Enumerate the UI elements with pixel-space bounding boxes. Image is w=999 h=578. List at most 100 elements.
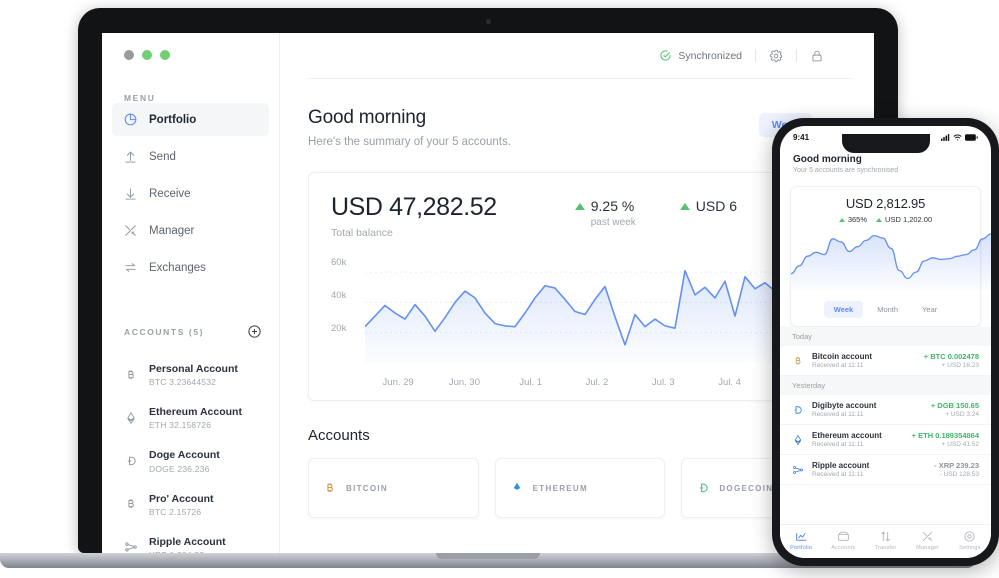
battery-icon <box>965 133 978 141</box>
status-bar-time: 9:41 <box>793 132 810 142</box>
transaction-amount: + ETH 0.189354864 <box>911 431 979 440</box>
sidebar-item-receive[interactable]: Receive <box>112 177 269 210</box>
transaction-row[interactable]: Digibyte account Received at 11:11 + DGB… <box>780 395 991 425</box>
sidebar-account-doge[interactable]: Doge Account DOGE 236.236 <box>102 439 279 482</box>
transaction-account: Bitcoin account <box>812 352 873 361</box>
transaction-amount: + BTC 0.002478 <box>923 352 979 361</box>
transaction-account: Ripple account <box>812 461 870 470</box>
phone-section-yesterday: Yesterday <box>780 376 991 395</box>
transaction-row[interactable]: Ripple account Received at 11:11 - XRP 2… <box>780 455 991 485</box>
laptop-screen: MENU Portfolio Send Receive Manager Exch… <box>102 33 874 553</box>
accounts-heading: Accounts <box>308 427 370 444</box>
transaction-account: Ethereum account <box>812 431 882 440</box>
top-bar: Synchronized <box>308 33 852 79</box>
toolbar-divider <box>755 49 756 62</box>
bitcoin-icon <box>327 483 333 492</box>
sidebar-item-label: Send <box>149 150 176 163</box>
chart-x-axis: Jun. 29 Jun. 30 Jul. 1 Jul. 2 Jul. 3 Jul… <box>365 377 829 388</box>
nav-label: Accounts <box>831 545 856 551</box>
balance-chart: 60k 40k 20k <box>331 257 865 375</box>
close-window-button[interactable] <box>124 50 134 60</box>
triangle-up-icon <box>574 202 585 210</box>
transaction-time: Received at 11:11 <box>812 471 864 478</box>
account-cards-row: BITCOIN ETHEREUM DOGECOIN <box>308 458 853 518</box>
phone-nav-transfer[interactable]: Transfer <box>864 530 906 551</box>
triangle-up-icon <box>679 202 690 210</box>
phone-device: 9:41 Good morning Your 5 accounts are sy… <box>772 118 999 566</box>
phone-page-title: Good morning <box>793 154 862 165</box>
account-card-label: BITCOIN <box>346 483 388 493</box>
transaction-fiat: + USD 3.24 <box>945 411 979 418</box>
x-tick-label: Jul. 2 <box>585 377 609 388</box>
account-balance: ETH 32.158726 <box>149 420 212 431</box>
bitcoin-icon <box>128 369 134 379</box>
chart-icon <box>795 532 806 541</box>
account-balance: DOGE 236.236 <box>149 463 210 474</box>
accounts-list-header: Accounts Sort by <box>308 427 852 444</box>
phone-nav-accounts[interactable]: Accounts <box>822 530 864 551</box>
sidebar-item-label: Exchanges <box>149 261 206 274</box>
account-card-ethereum[interactable]: ETHEREUM <box>494 458 666 518</box>
y-tick-label: 40k <box>331 290 347 301</box>
x-tick-label: Jun. 29 <box>382 377 414 388</box>
ripple-icon <box>125 542 137 552</box>
window-traffic-lights <box>102 33 279 60</box>
bitcoin-icon <box>128 499 134 509</box>
phone-nav-manager[interactable]: Manager <box>907 530 949 551</box>
transaction-row[interactable]: Ethereum account Received at 11:11 + ETH… <box>780 425 991 455</box>
phone-tab-week[interactable]: Week <box>823 301 864 318</box>
sidebar-item-manager[interactable]: Manager <box>112 214 269 247</box>
laptop-camera-icon <box>485 19 491 24</box>
nav-label: Portfolio <box>790 545 813 551</box>
phone-section-today: Today <box>780 327 991 346</box>
sidebar-item-label: Portfolio <box>149 113 197 126</box>
transaction-fiat: + USD 41.52 <box>941 441 979 448</box>
gear-icon[interactable] <box>769 49 783 63</box>
sidebar-accounts-list: Personal Account BTC 3.23644532 Ethereum… <box>102 353 279 553</box>
plus-circle-icon[interactable] <box>247 324 262 339</box>
phone-tab-year[interactable]: Year <box>912 301 947 318</box>
wifi-icon <box>953 134 962 140</box>
sidebar-account-pro[interactable]: Pro' Account BTC 2.15726 <box>102 483 279 526</box>
nav-label: Transfer <box>874 545 897 551</box>
pie-chart-icon <box>124 113 137 126</box>
phone-stat-percent: 365% <box>838 215 867 224</box>
account-card-label: ETHEREUM <box>532 483 588 493</box>
sidebar-account-ripple[interactable]: Ripple Account XRP 1,204.22 <box>102 526 279 553</box>
transaction-time: Received at 11:11 <box>812 362 864 369</box>
bitcoin-icon <box>795 356 801 364</box>
digibyte-icon <box>794 405 802 414</box>
transaction-account: Digibyte account <box>812 401 877 410</box>
sidebar-item-send[interactable]: Send <box>112 140 269 173</box>
status-bar-indicators <box>941 133 978 141</box>
transaction-time: Received at 11:11 <box>812 441 864 448</box>
account-card-bitcoin[interactable]: BITCOIN <box>308 458 479 518</box>
transaction-row[interactable]: Bitcoin account Received at 11:11 + BTC … <box>780 346 991 376</box>
maximize-window-button[interactable] <box>160 50 170 60</box>
phone-nav-portfolio[interactable]: Portfolio <box>780 530 822 551</box>
x-tick-label: Jul. 3 <box>651 377 675 388</box>
phone-nav-settings[interactable]: Settings <box>949 530 991 551</box>
sidebar-item-portfolio[interactable]: Portfolio <box>112 103 269 136</box>
phone-greeting: Good morning Your 5 accounts are synchro… <box>780 148 991 182</box>
arrow-up-icon <box>125 151 136 163</box>
phone-notch <box>841 134 930 153</box>
minimize-window-button[interactable] <box>142 50 152 60</box>
screenshot-stage: MENU Portfolio Send Receive Manager Exch… <box>0 0 999 578</box>
stat-percent-change: 9.25 % past week <box>574 198 636 228</box>
sidebar-item-exchanges[interactable]: Exchanges <box>112 251 269 284</box>
account-name: Ripple Account <box>149 535 226 548</box>
lock-icon[interactable] <box>810 49 824 63</box>
sidebar-account-ethereum[interactable]: Ethereum Account ETH 32.158726 <box>102 396 279 439</box>
tools-icon <box>125 225 136 236</box>
gear-icon <box>964 531 976 542</box>
sidebar-account-personal[interactable]: Personal Account BTC 3.23644532 <box>102 353 279 396</box>
phone-tab-month[interactable]: Month <box>867 301 908 318</box>
account-name: Doge Account <box>149 449 220 462</box>
sync-status: Synchronized <box>659 49 742 62</box>
arrow-down-icon <box>125 188 136 200</box>
account-balance: BTC 2.15726 <box>149 506 202 517</box>
page-subtitle: Here's the summary of your 5 accounts. <box>308 136 511 148</box>
cellular-icon <box>941 133 950 141</box>
check-circle-icon <box>660 50 671 61</box>
